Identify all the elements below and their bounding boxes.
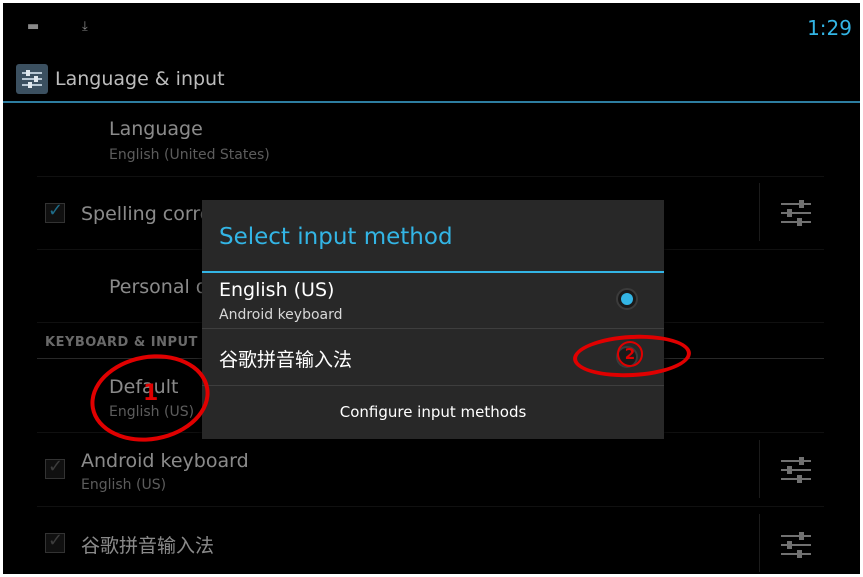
- row-divider: [759, 514, 760, 572]
- page-title: Language & input: [55, 68, 225, 90]
- check-icon: ✓: [48, 456, 64, 477]
- usb-icon: ▬: [27, 19, 40, 34]
- row-divider: [759, 440, 760, 498]
- row-divider: [759, 183, 760, 241]
- google-pinyin-checkbox[interactable]: ✓: [45, 530, 65, 553]
- option-title: English (US): [219, 279, 335, 301]
- android-screen: ▬ ⤓ 1:29 Language & input Language Engli…: [3, 3, 860, 574]
- action-bar: Language & input: [3, 55, 860, 103]
- dialog-title: Select input method: [219, 224, 453, 250]
- settings-sliders-icon[interactable]: [781, 531, 811, 559]
- google-pinyin-title: 谷歌拼音输入法: [81, 535, 215, 557]
- configure-input-methods-button[interactable]: Configure input methods: [202, 386, 664, 439]
- radio-dot-icon: [621, 293, 633, 305]
- clock: 1:29: [807, 16, 852, 40]
- google-pinyin-row[interactable]: ✓ 谷歌拼音输入法: [37, 507, 824, 574]
- android-keyboard-title: Android keyboard: [81, 450, 249, 472]
- spelling-correction-title: Spelling corre: [81, 203, 212, 225]
- option-summary: Android keyboard: [219, 307, 343, 323]
- settings-sliders-icon[interactable]: [781, 199, 811, 227]
- language-row[interactable]: Language English (United States): [37, 103, 824, 177]
- language-title: Language: [109, 118, 203, 140]
- option-title: 谷歌拼音输入法: [219, 349, 353, 371]
- android-keyboard-row[interactable]: ✓ Android keyboard English (US): [37, 433, 824, 507]
- personal-dictionary-title: Personal d: [109, 276, 208, 298]
- select-input-method-dialog: Select input method English (US) Android…: [202, 200, 664, 439]
- android-keyboard-checkbox[interactable]: ✓: [45, 456, 65, 479]
- option-english-us[interactable]: English (US) Android keyboard: [202, 273, 664, 328]
- section-header-keyboard: KEYBOARD & INPUT M: [45, 335, 217, 350]
- check-icon: ✓: [48, 530, 64, 551]
- spelling-correction-checkbox[interactable]: ✓: [45, 200, 65, 223]
- android-keyboard-summary: English (US): [81, 477, 167, 493]
- settings-app-icon[interactable]: [16, 64, 48, 94]
- radio-selected[interactable]: [616, 288, 638, 310]
- annotation-label-1: 1: [143, 381, 159, 406]
- download-icon: ⤓: [82, 19, 88, 34]
- status-bar: ▬ ⤓ 1:29: [3, 3, 860, 53]
- annotation-label-2: 2: [617, 341, 643, 367]
- settings-sliders-icon[interactable]: [781, 456, 811, 484]
- check-icon: ✓: [48, 200, 64, 221]
- language-summary: English (United States): [109, 147, 270, 163]
